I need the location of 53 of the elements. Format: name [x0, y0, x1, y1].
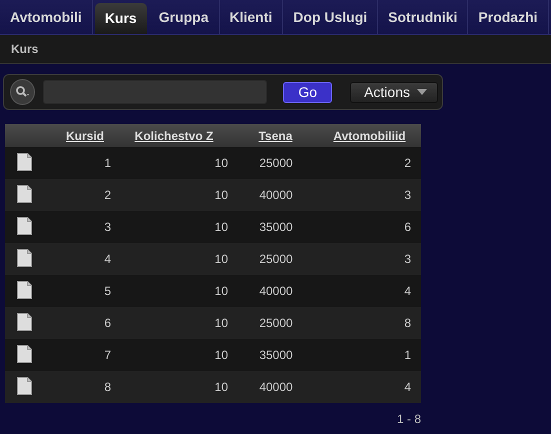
table-cell: 35000 — [259, 348, 293, 362]
table-cell: 40000 — [259, 188, 293, 202]
document-icon[interactable] — [17, 344, 32, 362]
table-cell: 3 — [404, 252, 411, 266]
table-cell: 10 — [214, 188, 228, 202]
go-button[interactable]: Go — [283, 82, 332, 102]
document-icon[interactable] — [17, 184, 32, 202]
nav-tab[interactable]: Sotrudniki — [378, 0, 468, 34]
table-cell: 10 — [214, 220, 228, 234]
table-cell: 10 — [214, 252, 228, 266]
table-cell: 40000 — [259, 380, 293, 394]
nav-tab[interactable]: Klienti — [220, 0, 284, 34]
table-cell: 3 — [104, 220, 111, 234]
table-cell: 7 — [104, 348, 111, 362]
search-icon[interactable] — [10, 79, 36, 105]
table-cell: 8 — [104, 380, 111, 394]
table-cell: 10 — [214, 156, 228, 170]
table-cell: 1 — [104, 156, 111, 170]
table-cell: 10 — [214, 284, 228, 298]
table-cell: 35000 — [259, 220, 293, 234]
table-cell: 6 — [404, 220, 411, 234]
table-cell: 25000 — [259, 252, 293, 266]
nav-tab[interactable]: Dop Uslugi — [283, 0, 378, 34]
table-cell: 10 — [214, 380, 228, 394]
document-icon[interactable] — [17, 280, 32, 298]
nav-tab[interactable]: Prodazhi — [468, 0, 549, 34]
table-cell: 10 — [214, 348, 228, 362]
table-cell: 10 — [214, 316, 228, 330]
nav-tab[interactable]: Avtomobili — [0, 0, 93, 34]
caret-icon — [417, 89, 427, 95]
table-cell: 4 — [104, 252, 111, 266]
document-icon[interactable] — [17, 216, 32, 234]
table-cell: 25000 — [259, 156, 293, 170]
table-cell: 40000 — [259, 284, 293, 298]
table-cell: 4 — [404, 284, 411, 298]
document-icon[interactable] — [17, 152, 32, 170]
table-cell: 2 — [104, 188, 111, 202]
table-cell: 8 — [404, 316, 411, 330]
document-icon[interactable] — [17, 248, 32, 266]
nav-tab[interactable]: Kurs — [94, 3, 147, 34]
table-cell: 4 — [404, 380, 411, 394]
document-icon[interactable] — [17, 312, 32, 330]
table-cell: 1 — [404, 348, 411, 362]
nav-tab[interactable]: Gruppa — [148, 0, 220, 34]
table-cell: 2 — [404, 156, 411, 170]
pagination-range: 1 - 8 — [396, 412, 421, 426]
table-cell: 3 — [404, 188, 411, 202]
document-icon[interactable] — [17, 376, 32, 394]
table-cell: 25000 — [259, 316, 293, 330]
actions-button[interactable]: Actions — [350, 82, 438, 102]
table-cell: 5 — [104, 284, 111, 298]
table-cell: 6 — [104, 316, 111, 330]
breadcrumb: Kurs — [11, 42, 38, 56]
